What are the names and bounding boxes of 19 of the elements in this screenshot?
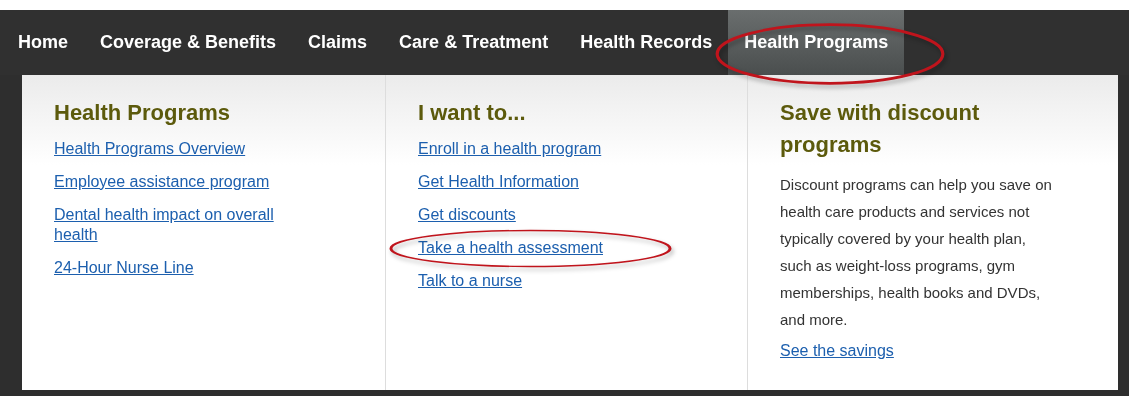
nav-item[interactable]: Claims xyxy=(292,10,384,75)
menu-link[interactable]: Health Programs Overview xyxy=(54,139,246,159)
menu-link[interactable]: Dental health impact on overall health xyxy=(54,205,316,245)
menu-link[interactable]: Talk to a nurse xyxy=(418,271,523,291)
nav-item[interactable]: Care & Treatment xyxy=(383,10,565,75)
nav-item[interactable]: Health Records xyxy=(564,10,729,75)
menu-link[interactable]: Enroll in a health program xyxy=(418,139,602,159)
nav-item[interactable]: Coverage & Benefits xyxy=(84,10,293,75)
menu-link[interactable]: 24-Hour Nurse Line xyxy=(54,258,194,278)
promo-text: Discount programs can help you save on health care products and services not typically covered by your health plan, such as weight-loss programs, gym memberships, health books and DVDs, and more. xyxy=(780,175,1053,330)
see-savings-link[interactable]: See the savings xyxy=(780,341,894,361)
nav-item[interactable]: Home xyxy=(2,10,84,75)
menu-link[interactable]: Get Health Information xyxy=(418,172,579,192)
menu-link[interactable]: Employee assistance program xyxy=(54,172,270,192)
column-heading: I want to... xyxy=(418,99,527,127)
column-heading: Save with discount programs xyxy=(780,99,981,159)
nav-item[interactable]: Health Programs xyxy=(728,10,905,75)
menu-link[interactable]: Get discounts xyxy=(418,205,516,225)
column-heading: Health Programs xyxy=(54,99,232,127)
